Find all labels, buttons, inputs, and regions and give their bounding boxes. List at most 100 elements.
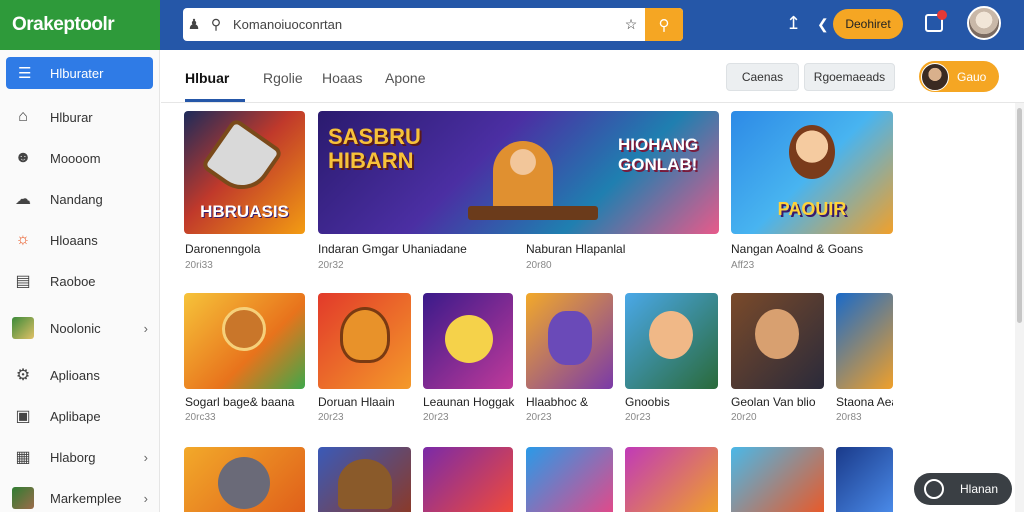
store-thumb-icon	[12, 487, 34, 509]
game-meta: Aff23	[731, 260, 755, 271]
scrollbar-thumb[interactable]	[1017, 108, 1022, 323]
game-title[interactable]: Geolan Van blio	[731, 395, 816, 409]
game-card-image[interactable]: PAOUIR	[731, 111, 893, 234]
sidebar-item-label: Hlaborg	[50, 449, 96, 465]
sidebar-item[interactable]: Markemplee ›	[0, 481, 160, 512]
cloud-icon: ☁	[15, 191, 31, 208]
notification-icon[interactable]	[925, 10, 947, 32]
search-icon: ⚲	[210, 16, 222, 32]
game-title[interactable]: Sogarl bage& baana	[185, 395, 294, 409]
sidebar-item-active[interactable]: ☰ Hlburater	[6, 57, 153, 89]
sidebar-item-label: Nandang	[50, 191, 103, 207]
game-art-text: PAOUIR	[777, 199, 847, 219]
home-icon: ⌂	[18, 108, 28, 125]
sidebar-item[interactable]: ▣ Aplibape	[0, 399, 160, 433]
sidebar-item-label: Moooom	[50, 150, 101, 166]
badge-icon: ▣	[15, 408, 31, 425]
featured-banner[interactable]: SASBRU HIBARN HIOHANG GONLAB!	[318, 111, 719, 234]
back-icon[interactable]: ❮	[817, 16, 829, 33]
game-meta: 20r23	[526, 412, 552, 423]
sidebar-item-label: Raoboe	[50, 273, 96, 289]
tab[interactable]: Apone	[385, 70, 425, 86]
search-bar: ♟ ⚲ ☆ ⚲	[183, 8, 683, 41]
game-card-image[interactable]	[318, 293, 411, 389]
game-meta: 20r23	[423, 412, 449, 423]
profile-avatar[interactable]	[967, 6, 1001, 40]
game-title[interactable]: Hlaabhoc &	[526, 395, 588, 409]
game-card-image[interactable]	[731, 293, 824, 389]
game-card-image[interactable]	[731, 447, 824, 512]
sidebar-item[interactable]: Noolonic ›	[0, 311, 160, 345]
filter-button[interactable]: Caenas	[726, 63, 799, 91]
sidebar-item-label: Aplioans	[50, 367, 100, 383]
user-avatar	[921, 62, 949, 91]
game-thumb-icon	[12, 317, 34, 339]
game-title[interactable]: Daronenngola	[185, 242, 260, 256]
content-header: Hlbuar Rgolie Hoaas Apone Caenas Rgoemae…	[161, 50, 1024, 103]
grid-icon: ▦	[15, 449, 31, 466]
game-card-image[interactable]	[836, 447, 893, 512]
user-label: Gauo	[957, 69, 987, 84]
sidebar-item[interactable]: ☻ Moooom	[0, 141, 160, 175]
game-title[interactable]: Naburan Hlapanlal	[526, 242, 625, 256]
tab-underline	[185, 99, 245, 102]
sidebar-item-label: Markemplee	[50, 490, 122, 506]
game-card-image[interactable]	[526, 293, 613, 389]
star-icon[interactable]: ☆	[617, 16, 645, 33]
game-title[interactable]: Nangan Aoalnd & Goans	[731, 242, 863, 256]
sidebar-item-label: Hloaans	[50, 232, 98, 248]
game-meta: 20ri33	[185, 260, 213, 271]
game-meta: 20r83	[836, 412, 862, 423]
game-card-image[interactable]	[526, 447, 613, 512]
gear-icon: ⚙	[15, 367, 31, 384]
recommend-button[interactable]: Rgoemaeads	[804, 63, 895, 91]
game-title[interactable]: Doruan Hlaain	[318, 395, 395, 409]
game-card-image[interactable]	[836, 293, 893, 389]
game-card-image[interactable]	[423, 293, 513, 389]
sidebar-item[interactable]: ☼ Hloaans	[0, 223, 160, 257]
fire-icon: ☼	[15, 231, 31, 248]
sidebar-item-label: Noolonic	[50, 320, 101, 336]
user-button[interactable]: Gauo	[919, 61, 999, 92]
table-icon: ▤	[15, 273, 31, 290]
game-title[interactable]: Gnoobis	[625, 395, 670, 409]
notification-dot	[937, 10, 947, 20]
game-card-image[interactable]: HBRUASIS	[184, 111, 305, 234]
search-input[interactable]	[227, 17, 617, 32]
user-icon[interactable]: ♟	[183, 16, 205, 33]
floating-help-button[interactable]: Hlanan	[914, 473, 1012, 505]
game-card-image[interactable]	[423, 447, 513, 512]
chevron-right-icon: ›	[143, 320, 148, 336]
sidebar-item[interactable]: ⌂ Hlburar	[0, 100, 160, 134]
game-card-image[interactable]	[184, 293, 305, 389]
help-icon	[924, 479, 944, 499]
game-card-image[interactable]	[184, 447, 305, 512]
sidebar-item[interactable]: ▦ Hlaborg ›	[0, 440, 160, 474]
share-icon[interactable]: ↥	[786, 13, 801, 34]
game-title[interactable]: Staona Aea	[836, 395, 893, 409]
game-meta: 20r20	[731, 412, 757, 423]
game-card-image[interactable]	[318, 447, 411, 512]
search-button[interactable]: ⚲	[645, 8, 683, 41]
sidebar-item-label: Hlburater	[50, 65, 104, 81]
sidebar-item[interactable]: ▤ Raoboe	[0, 264, 160, 298]
game-title[interactable]: Indaran Gmgar Uhaniadane	[318, 242, 467, 256]
top-bar: Orakeptoolr ♟ ⚲ ☆ ⚲ ↥ ❮ Deohiret	[0, 0, 1024, 50]
game-art-text: HIOHANG GONLAB!	[618, 135, 699, 174]
game-card-image[interactable]	[625, 293, 718, 389]
game-meta: 20rc33	[185, 412, 216, 423]
game-card-image[interactable]	[625, 447, 718, 512]
game-art-text: HBRUASIS	[200, 202, 289, 221]
chevron-right-icon: ›	[143, 490, 148, 506]
sidebar-item[interactable]: ⚙ Aplioans	[0, 358, 160, 392]
tab-active[interactable]: Hlbuar	[185, 70, 229, 86]
logo[interactable]: Orakeptoolr	[0, 0, 160, 50]
game-meta: 20r32	[318, 260, 344, 271]
sidebar-item-label: Aplibape	[50, 408, 101, 424]
sidebar-item[interactable]: ☁ Nandang	[0, 182, 160, 216]
tab[interactable]: Hoaas	[322, 70, 362, 86]
tab[interactable]: Rgolie	[263, 70, 303, 86]
game-meta: 20r23	[318, 412, 344, 423]
game-title[interactable]: Leaunan Hoggak	[423, 395, 514, 409]
header-action-button[interactable]: Deohiret	[833, 9, 903, 39]
